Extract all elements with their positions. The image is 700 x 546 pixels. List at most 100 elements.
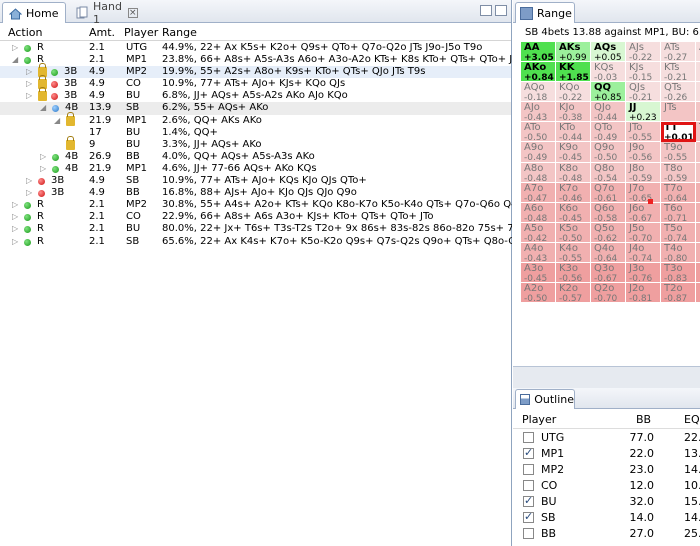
range-cell[interactable]: QTs -0.26 [661, 82, 696, 103]
range-cell[interactable]: AKs +0.99 [556, 42, 591, 63]
table-row[interactable]: ▷ R 2.1 UTG 44.9%, 22+ Ax K5s+ K2o+ Q9s+ QTo… [0, 42, 511, 54]
range-cell[interactable]: T5o -0.74 [661, 222, 696, 243]
range-cell[interactable]: K6o -0.45 [556, 202, 591, 223]
col-player[interactable]: Player [124, 26, 158, 39]
col-range[interactable]: Range [162, 26, 197, 39]
range-cell[interactable]: KJs -0.15 [626, 62, 661, 83]
range-cell[interactable]: KK +1.85 [556, 62, 591, 83]
table-row[interactable]: ▷ 3B 4.9 BB 16.8%, 88+ AJs+ AJo+ KJo QJs QJo… [0, 187, 511, 199]
range-cell[interactable]: K9s [696, 62, 700, 83]
pane-splitter[interactable] [513, 366, 700, 388]
table-row[interactable]: ◢ R 2.1 MP1 23.8%, 66+ A8s+ A5s-A3s A6o+ A3o… [0, 54, 512, 66]
table-row[interactable]: ◢ 4B 13.9 SB 6.2%, 55+ AQs+ AKo [0, 102, 511, 115]
range-cell[interactable]: J6o -0.67 [626, 202, 661, 223]
close-tab-icon[interactable]: × [127, 7, 138, 18]
range-cell[interactable]: QQ +0.85 [591, 82, 626, 103]
range-cell[interactable]: Q8o -0.54 [591, 162, 626, 183]
range-cell[interactable]: AQo -0.18 [521, 82, 556, 103]
range-cell[interactable]: TT +0.01 [661, 122, 696, 143]
range-cell[interactable]: Q7o -0.61 [591, 182, 626, 203]
range-cell[interactable]: Q4o -0.64 [591, 242, 626, 264]
table-row[interactable]: ▷ R 2.1 MP2 30.8%, 55+ A4s+ A2o+ KTs+ KQo K8… [0, 199, 512, 211]
range-cell[interactable]: J9o -0.56 [626, 142, 661, 163]
range-cell[interactable]: K5o -0.50 [556, 222, 591, 243]
outline-row[interactable]: MP2 23.0 14. [513, 462, 700, 478]
player-checkbox[interactable] [523, 510, 534, 523]
expand-toggle-icon[interactable]: ▷ [40, 163, 46, 175]
expand-toggle-icon[interactable]: ▷ [26, 78, 32, 90]
outline-row[interactable]: BB 27.0 25. [513, 526, 700, 542]
range-cell[interactable]: T8o -0.59 [661, 162, 696, 183]
range-cell[interactable] [696, 82, 700, 103]
range-cell[interactable]: QJs -0.21 [626, 82, 661, 103]
range-cell[interactable]: A3o -0.45 [521, 263, 556, 284]
range-cell[interactable]: A8o -0.48 [521, 162, 556, 183]
range-cell[interactable]: JTs [661, 102, 696, 123]
range-cell[interactable] [696, 162, 700, 183]
range-cell[interactable]: KTs -0.21 [661, 62, 696, 83]
range-cell[interactable]: Q3o -0.67 [591, 263, 626, 284]
expand-toggle-icon[interactable]: ◢ [54, 115, 60, 127]
outline-row[interactable]: MP1 22.0 13. [513, 446, 700, 462]
outline-row[interactable]: SB 14.0 14. [513, 510, 700, 526]
range-cell[interactable]: AJo -0.43 [521, 102, 556, 123]
table-row[interactable]: ▷ R 2.1 SB 65.6%, 22+ Ax K4s+ K7o+ K5o-K2o Q… [0, 236, 512, 248]
table-row[interactable]: 17 BU 1.4%, QQ+ [0, 127, 511, 139]
outline-row[interactable]: UTG 77.0 22. [513, 430, 700, 446]
range-cell[interactable]: Q9o -0.50 [591, 142, 626, 163]
range-cell[interactable]: T2o -0.87 [661, 283, 696, 304]
player-checkbox[interactable] [523, 446, 534, 459]
range-cell[interactable]: KTo -0.44 [556, 122, 591, 143]
tab-outline[interactable]: Outline [515, 389, 575, 409]
range-cell[interactable]: KJo -0.38 [556, 102, 591, 123]
range-cell[interactable]: J4o -0.74 [626, 242, 661, 264]
expand-toggle-icon[interactable]: ▷ [26, 90, 32, 102]
table-row[interactable]: ▷ 3B 4.9 BU 6.8%, JJ+ AQs+ A5s-A2s AKo AJo K… [0, 87, 511, 102]
range-cell[interactable]: K9o -0.45 [556, 142, 591, 163]
expand-toggle-icon[interactable]: ◢ [12, 54, 18, 66]
range-cell[interactable]: K7o -0.46 [556, 182, 591, 203]
range-cell[interactable] [696, 202, 700, 223]
player-checkbox[interactable] [523, 432, 534, 443]
range-cell[interactable] [696, 102, 700, 123]
tab-home[interactable]: Home [2, 2, 66, 23]
range-cell[interactable]: J7o -0.65 [626, 182, 661, 203]
table-row[interactable]: ▷ 3B 4.9 SB 10.9%, 77+ ATs+ AJo+ KQs KJo QJs… [0, 175, 511, 187]
expand-toggle-icon[interactable]: ▷ [26, 175, 32, 187]
expand-toggle-icon[interactable]: ▷ [40, 151, 46, 163]
expand-toggle-icon[interactable]: ▷ [26, 187, 32, 199]
table-row[interactable]: ▷ R 2.1 CO 22.9%, 66+ A8s+ A6s A3o+ KJs+ KTo… [0, 211, 511, 223]
player-checkbox[interactable] [523, 464, 534, 475]
player-checkbox[interactable] [523, 494, 534, 507]
range-cell[interactable]: QTo -0.49 [591, 122, 626, 143]
table-row[interactable]: ▷ R 2.1 BU 80.0%, 22+ Jx+ T6s+ T3s-T2s T2o+ … [0, 223, 512, 235]
expand-toggle-icon[interactable]: ▷ [12, 211, 18, 223]
range-cell[interactable]: K8o -0.48 [556, 162, 591, 183]
player-checkbox[interactable] [523, 528, 534, 539]
range-cell[interactable]: Q5o -0.62 [591, 222, 626, 243]
range-cell[interactable]: KQo -0.22 [556, 82, 591, 103]
player-checkbox[interactable] [523, 480, 534, 491]
range-cell[interactable]: J5o -0.70 [626, 222, 661, 243]
table-row[interactable]: ▷ 4B 21.9 MP1 4.6%, JJ+ 77-66 AQs+ AKo KQs [0, 163, 511, 175]
range-cell[interactable]: A7o -0.47 [521, 182, 556, 203]
range-cell[interactable] [696, 242, 700, 264]
expand-toggle-icon[interactable]: ▷ [12, 42, 18, 54]
table-row[interactable]: 9 BU 3.3%, JJ+ AQs+ AKo [0, 135, 511, 151]
range-cell[interactable]: T3o -0.83 [661, 263, 696, 284]
table-row[interactable]: ◢ 21.9 MP1 2.6%, QQ+ AKs AKo [0, 111, 511, 127]
table-row[interactable]: ▷ 4B 26.9 BB 4.0%, QQ+ AQs+ A5s-A3s AKo [0, 151, 511, 163]
expand-toggle-icon[interactable]: ▷ [12, 199, 18, 211]
expand-toggle-icon[interactable]: ▷ [26, 66, 32, 78]
range-cell[interactable]: JTo -0.55 [626, 122, 661, 143]
range-cell[interactable]: ATo -0.50 [521, 122, 556, 143]
range-cell[interactable]: T7o -0.64 [661, 182, 696, 203]
range-cell[interactable] [696, 283, 700, 304]
range-cell[interactable]: AKo +0.84 [521, 62, 556, 83]
outline-col-eq[interactable]: EQF [684, 413, 700, 426]
range-cell[interactable]: K3o -0.56 [556, 263, 591, 284]
col-action[interactable]: Action [8, 26, 42, 39]
minimize-button[interactable] [480, 5, 492, 16]
range-cell[interactable]: Q6o -0.58 [591, 202, 626, 223]
range-cell[interactable]: J3o -0.76 [626, 263, 661, 284]
